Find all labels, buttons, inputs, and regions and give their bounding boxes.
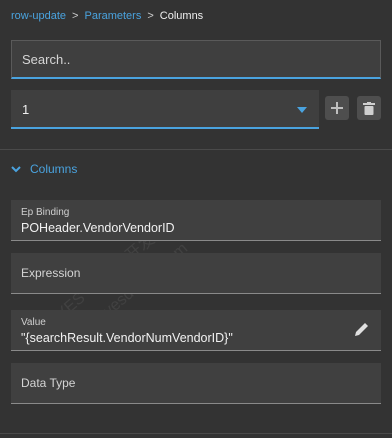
breadcrumb: row-update > Parameters > Columns [11, 10, 203, 22]
ep-binding-value: POHeader.VendorVendorID [21, 221, 175, 235]
expression-field[interactable]: Expression [11, 253, 381, 294]
chevron-down-icon [11, 165, 21, 172]
search-input[interactable] [11, 40, 381, 79]
chevron-down-icon [297, 107, 307, 113]
divider [0, 149, 392, 150]
divider [0, 433, 392, 434]
value-label: Value [21, 317, 46, 328]
breadcrumb-separator: > [72, 10, 79, 22]
breadcrumb-separator: > [147, 10, 154, 22]
breadcrumb-current: Columns [159, 10, 204, 22]
value-field[interactable]: Value "{searchResult.VendorNumVendorID}" [11, 310, 381, 351]
select-value: 1 [22, 102, 30, 117]
data-type-label: Data Type [21, 376, 76, 390]
section-header-columns[interactable]: Columns [11, 162, 77, 176]
data-type-field[interactable]: Data Type [11, 363, 381, 404]
trash-icon [363, 101, 375, 115]
breadcrumb-link-row-update[interactable]: row-update [11, 10, 66, 22]
pencil-icon[interactable] [355, 322, 369, 341]
row-select-dropdown[interactable]: 1 [11, 90, 319, 129]
breadcrumb-link-parameters[interactable]: Parameters [84, 10, 141, 22]
expression-label: Expression [21, 266, 81, 280]
ep-binding-label: Ep Binding [21, 207, 70, 218]
plus-icon [331, 102, 343, 114]
delete-button[interactable] [357, 96, 381, 120]
ep-binding-field[interactable]: Ep Binding POHeader.VendorVendorID [11, 200, 381, 241]
add-button[interactable] [325, 96, 349, 120]
value-value: "{searchResult.VendorNumVendorID}" [21, 331, 233, 345]
section-title: Columns [30, 162, 78, 176]
